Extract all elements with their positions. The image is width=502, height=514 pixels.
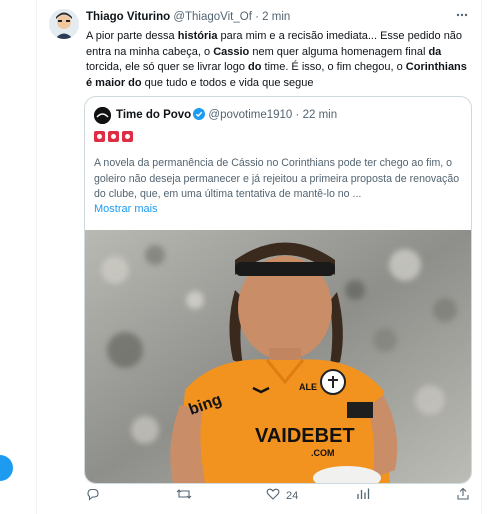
show-more-link[interactable]: Mostrar mais — [94, 203, 158, 215]
tweet-header: Thiago Viturino @ThiagoVit_Of · 2 min — [86, 11, 290, 23]
quote-text: A novela da permanência de Cássio no Cor… — [94, 157, 460, 200]
quote-time[interactable]: 22 min — [303, 109, 338, 121]
quote-author-avatar[interactable] — [94, 107, 111, 124]
quoted-tweet[interactable]: Time do Povo @povotime1910 · 22 min A no… — [84, 96, 472, 484]
tweet-text: A pior parte dessa história para mim e a… — [86, 29, 472, 91]
author-handle[interactable]: @ThiagoVit_Of — [173, 11, 252, 23]
siren-emojis — [94, 129, 136, 142]
siren-icon — [94, 131, 105, 142]
separator: · — [255, 11, 259, 23]
verified-icon — [193, 108, 206, 123]
separator: · — [295, 109, 300, 121]
partner-logo: ALE — [299, 382, 317, 392]
views-button[interactable] — [356, 487, 376, 504]
tweet-text-bold: do — [248, 61, 262, 73]
siren-icon — [122, 131, 133, 142]
reply-button[interactable] — [86, 487, 106, 504]
like-button[interactable]: 24 — [266, 487, 298, 504]
more-icon[interactable] — [455, 8, 469, 25]
quote-photo[interactable]: ALE bing VAIDEBET .COM — [85, 230, 471, 483]
tweet-text-bold: é maior do — [86, 76, 142, 89]
tweet-text-bold: Corinthians — [405, 61, 467, 73]
retweet-icon — [176, 487, 192, 504]
tweet-text-bold: Cassio — [213, 45, 250, 58]
tweet-text-bold: história — [177, 30, 218, 42]
siren-icon — [108, 131, 119, 142]
author-name[interactable]: Thiago Viturino — [86, 11, 170, 23]
tweet-text-segment: A pior parte dessa — [86, 30, 178, 42]
like-count: 24 — [286, 489, 299, 502]
tweet-text-segment: nem quer alguma homenagem final — [249, 45, 429, 58]
quote-author-name[interactable]: Time do Povo — [116, 109, 191, 121]
sponsor-sub: .COM — [311, 448, 335, 458]
quote-author-handle[interactable]: @povotime1910 — [208, 109, 292, 121]
tweet-text-segment: torcida, ele só quer se livrar logo — [86, 61, 249, 73]
quote-header: Time do Povo @povotime1910 · 22 min — [116, 108, 337, 123]
tweet-card[interactable]: Thiago Viturino @ThiagoVit_Of · 2 min A … — [36, 0, 482, 514]
views-icon — [356, 487, 370, 504]
tweet-time[interactable]: 2 min — [262, 11, 290, 23]
retweet-button[interactable] — [176, 487, 198, 504]
reply-icon — [86, 487, 100, 504]
share-icon — [456, 487, 470, 504]
tweet-actions: 24 — [86, 487, 472, 507]
share-button[interactable] — [456, 487, 470, 504]
compose-button[interactable] — [0, 455, 13, 481]
tweet-text-segment: que tudo e todos e vida que segue — [141, 76, 314, 89]
sponsor-logo: VAIDEBET — [255, 425, 355, 447]
tweet-text-bold: da — [428, 45, 442, 58]
like-icon — [266, 487, 280, 504]
author-avatar[interactable] — [49, 9, 79, 39]
tweet-text-segment: time. É isso, o fim chegou, o — [261, 61, 406, 73]
